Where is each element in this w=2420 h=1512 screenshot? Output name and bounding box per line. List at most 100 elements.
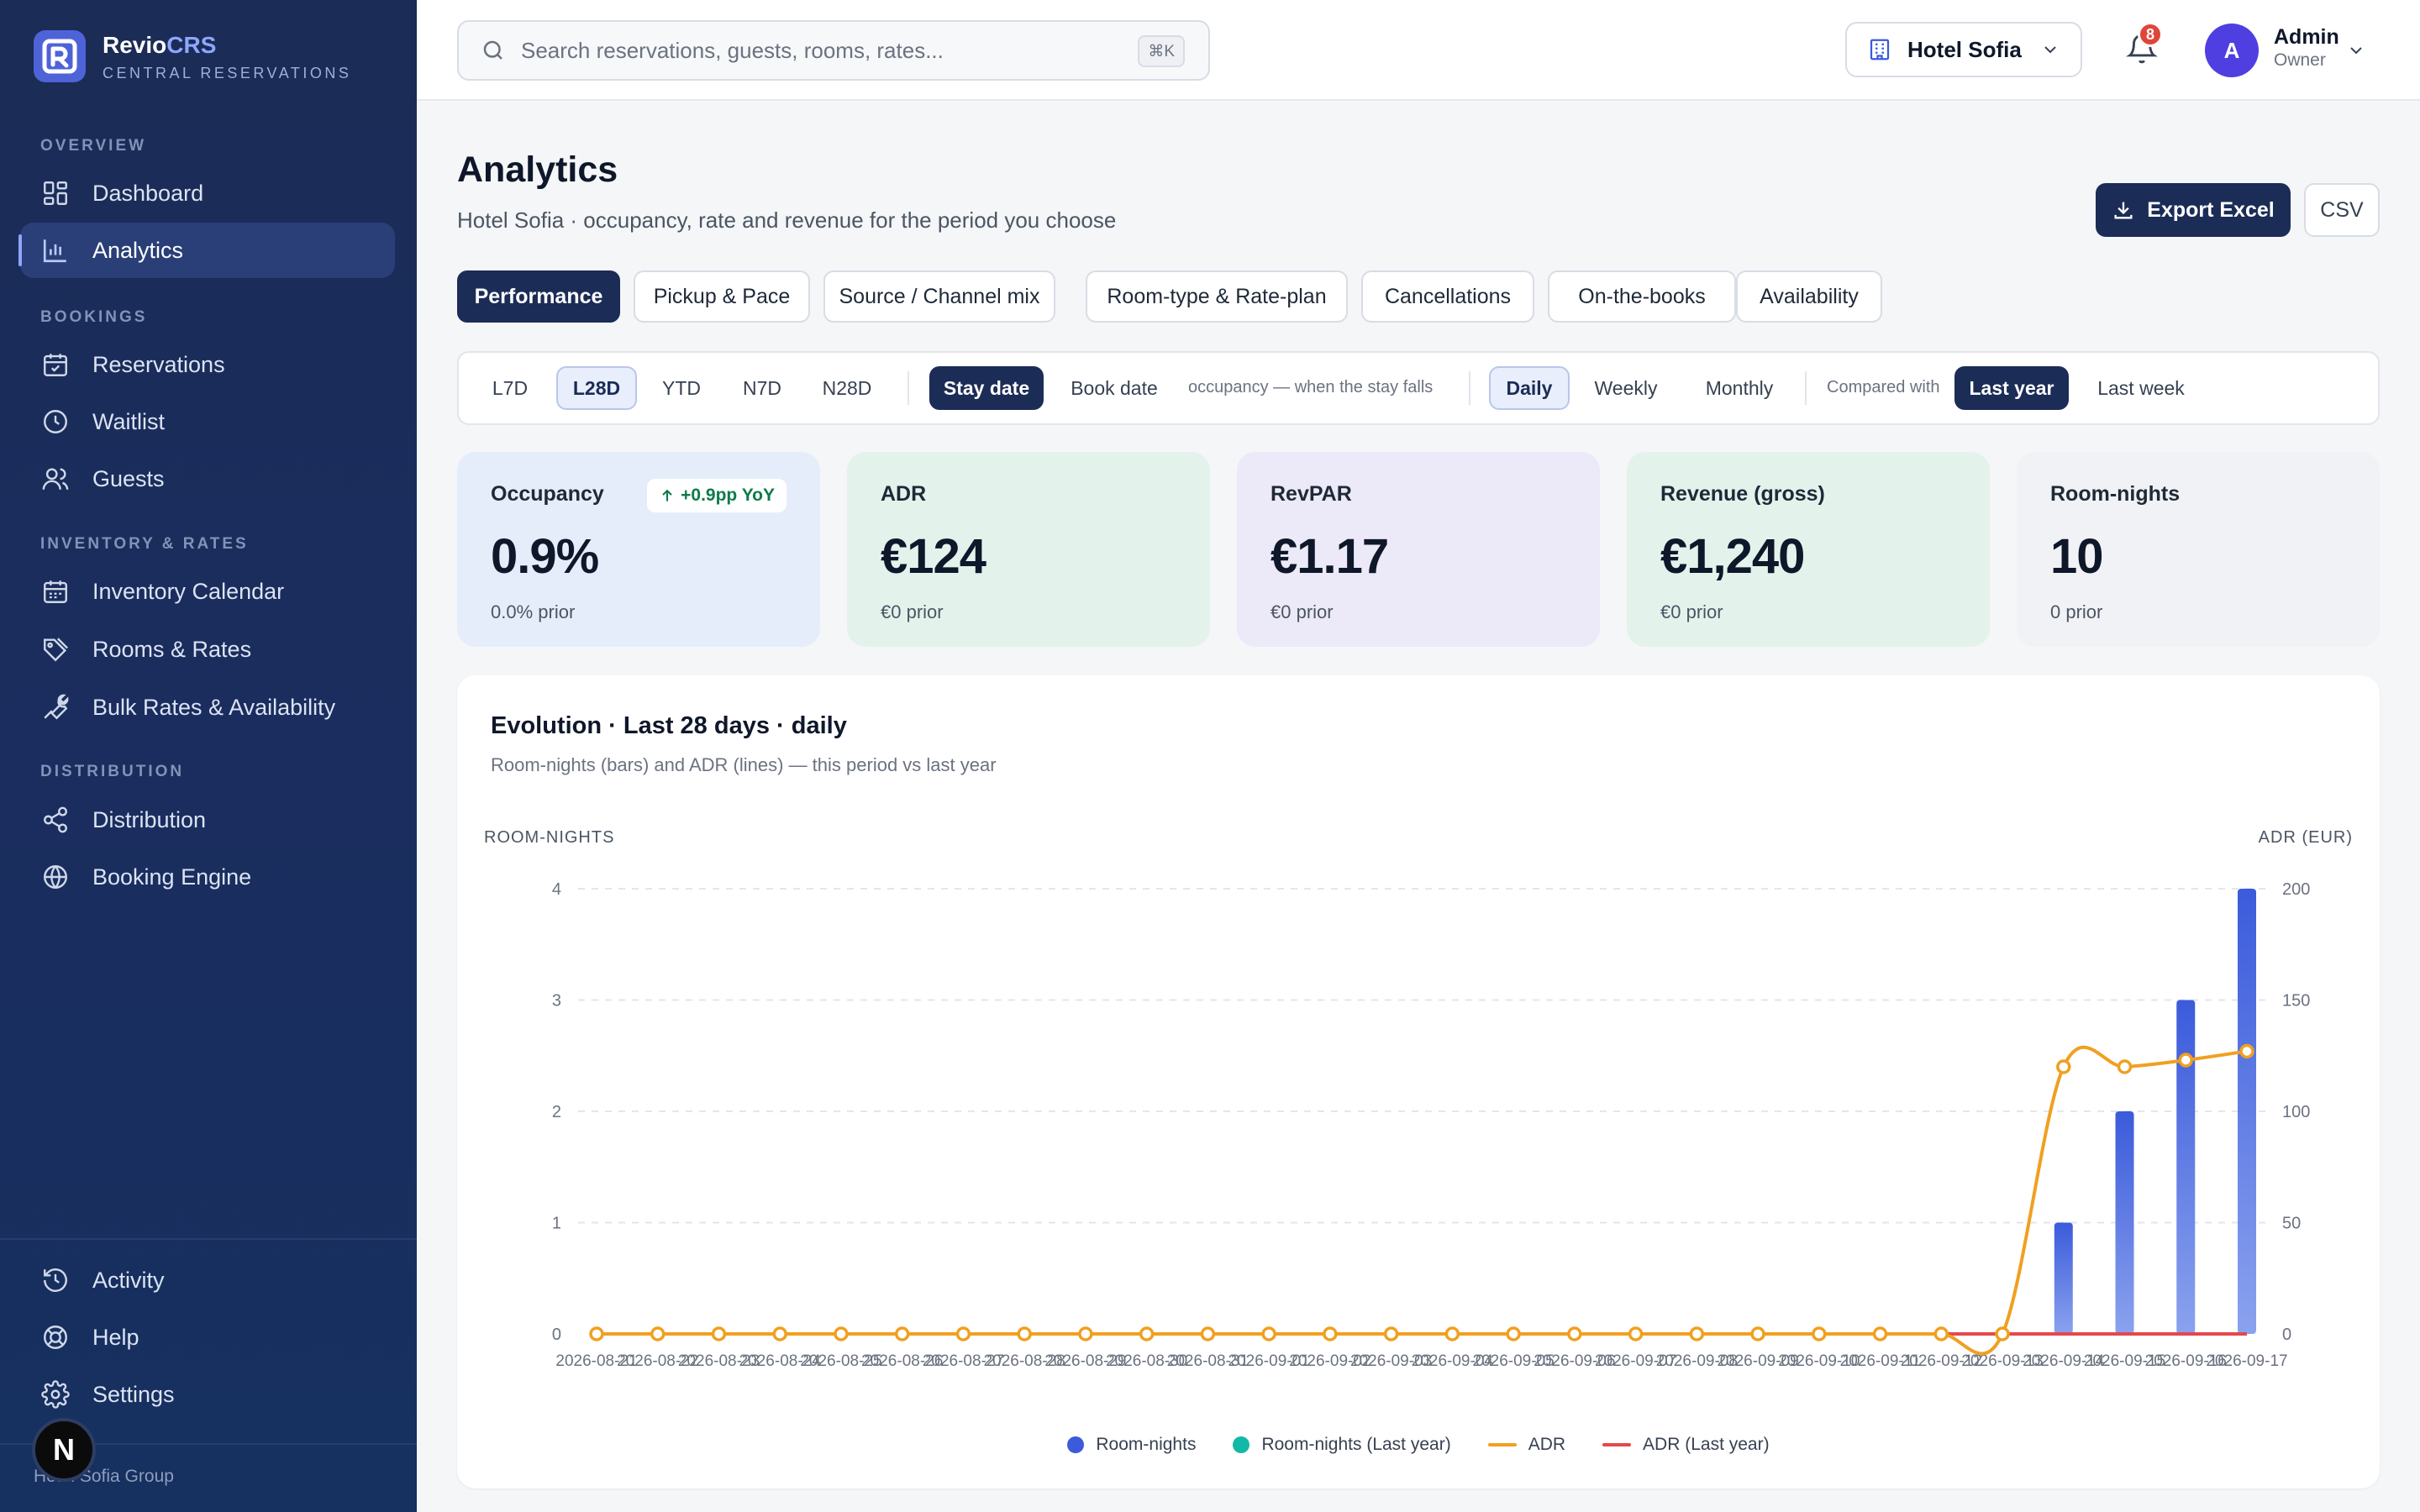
date-mode-stay[interactable]: Stay date bbox=[929, 366, 1044, 410]
point-adr bbox=[1506, 1326, 1521, 1341]
calendar-icon bbox=[40, 576, 71, 606]
kpi-prior: 0 prior bbox=[2050, 601, 2103, 622]
range-n28d[interactable]: N28D bbox=[812, 366, 882, 410]
grain-daily[interactable]: Daily bbox=[1489, 366, 1570, 410]
brand[interactable]: RevioCRS CENTRAL RESERVATIONS bbox=[34, 30, 351, 82]
sidebar-item-activity[interactable]: Activity bbox=[20, 1252, 395, 1308]
legend-item-room-nights-ly[interactable]: Room-nights (Last year) bbox=[1233, 1435, 1451, 1455]
wrench-icon bbox=[40, 692, 71, 722]
sidebar-item-dashboard[interactable]: Dashboard bbox=[20, 165, 395, 221]
sidebar-item-distribution[interactable]: Distribution bbox=[20, 792, 395, 848]
user-name[interactable]: Admin bbox=[2274, 25, 2339, 50]
point-adr bbox=[772, 1326, 787, 1341]
compare-last-week[interactable]: Last week bbox=[2082, 366, 2200, 410]
sidebar-item-label: Inventory Calendar bbox=[92, 578, 285, 604]
sidebar: RevioCRS CENTRAL RESERVATIONS OVERVIEW D… bbox=[0, 0, 417, 1512]
y2-tick-label: 100 bbox=[2282, 1103, 2310, 1121]
kpi-card-occupancy: Occupancy +0.9pp YoY 0.9% 0.0% prior bbox=[457, 452, 820, 647]
point-adr bbox=[2178, 1053, 2194, 1068]
avatar[interactable]: A bbox=[2205, 24, 2259, 77]
filter-divider bbox=[1805, 371, 1807, 405]
sidebar-item-label: Guests bbox=[92, 465, 165, 491]
tab-on-the-books[interactable]: On-the-books bbox=[1548, 270, 1736, 323]
kpi-card-revenue: Revenue (gross) €1,240 €0 prior bbox=[1627, 452, 1990, 647]
point-adr bbox=[1933, 1326, 1949, 1341]
sidebar-item-label: Analytics bbox=[92, 237, 184, 263]
grain-monthly[interactable]: Monthly bbox=[1687, 366, 1791, 410]
sidebar-item-settings[interactable]: Settings bbox=[20, 1367, 395, 1422]
search-placeholder: Search reservations, guests, rooms, rate… bbox=[521, 37, 944, 63]
point-adr bbox=[711, 1326, 727, 1341]
user-role: Owner bbox=[2274, 50, 2326, 70]
point-adr bbox=[955, 1326, 971, 1341]
date-mode-book[interactable]: Book date bbox=[1057, 366, 1171, 410]
search-input[interactable]: Search reservations, guests, rooms, rate… bbox=[457, 20, 1210, 81]
y2-tick-label: 150 bbox=[2282, 992, 2310, 1011]
tab-performance[interactable]: Performance bbox=[457, 270, 620, 323]
sidebar-item-rooms-rates[interactable]: Rooms & Rates bbox=[20, 622, 395, 677]
sidebar-item-inventory-calendar[interactable]: Inventory Calendar bbox=[20, 564, 395, 619]
grain-weekly[interactable]: Weekly bbox=[1580, 366, 1672, 410]
point-adr bbox=[2117, 1059, 2133, 1074]
legend-label: ADR bbox=[1528, 1435, 1566, 1454]
kpi-value: 10 bbox=[2050, 529, 2104, 584]
range-l7d[interactable]: L7D bbox=[484, 366, 536, 410]
line-adr bbox=[597, 1045, 2248, 1356]
range-l28d[interactable]: L28D bbox=[556, 366, 637, 410]
kpi-prior: €0 prior bbox=[1660, 601, 1723, 622]
sidebar-item-label: Bulk Rates & Availability bbox=[92, 694, 336, 720]
y-tick-label: 3 bbox=[552, 992, 561, 1011]
kpi-value: €1.17 bbox=[1270, 529, 1389, 584]
tab-pickup-pace[interactable]: Pickup & Pace bbox=[634, 270, 810, 323]
point-adr bbox=[1567, 1326, 1582, 1341]
sidebar-item-booking-engine[interactable]: Booking Engine bbox=[20, 849, 395, 905]
x-tick-label: 2026-09-17 bbox=[2206, 1352, 2287, 1370]
share-icon bbox=[40, 805, 71, 835]
bar-room-nights bbox=[2115, 1111, 2134, 1334]
sidebar-divider bbox=[0, 1238, 417, 1240]
legend-item-adr-ly[interactable]: ADR (Last year) bbox=[1602, 1435, 1770, 1455]
sidebar-item-guests[interactable]: Guests bbox=[20, 451, 395, 507]
csv-button[interactable]: CSV bbox=[2304, 183, 2380, 237]
hotel-name: Hotel Sofia bbox=[1907, 36, 2022, 62]
tags-icon bbox=[40, 634, 71, 664]
kpi-label: Room-nights bbox=[2050, 482, 2181, 506]
sidebar-item-analytics[interactable]: Analytics bbox=[18, 223, 395, 278]
y-tick-label: 1 bbox=[552, 1215, 561, 1233]
sidebar-item-bulk-rates[interactable]: Bulk Rates & Availability bbox=[20, 680, 395, 735]
sidebar-item-label: Waitlist bbox=[92, 408, 165, 434]
point-adr bbox=[650, 1326, 666, 1341]
range-ytd[interactable]: YTD bbox=[650, 366, 713, 410]
history-icon bbox=[40, 1265, 71, 1295]
kpi-delta: +0.9pp YoY bbox=[681, 486, 775, 505]
sidebar-item-label: Dashboard bbox=[92, 180, 204, 206]
chevron-down-icon[interactable] bbox=[2346, 40, 2366, 60]
legend-item-room-nights[interactable]: Room-nights bbox=[1067, 1435, 1196, 1455]
hotel-selector[interactable]: Hotel Sofia bbox=[1845, 22, 2082, 77]
tab-source-channel-mix[interactable]: Source / Channel mix bbox=[823, 270, 1055, 323]
point-adr bbox=[1139, 1326, 1155, 1341]
point-adr bbox=[1078, 1326, 1093, 1341]
kpi-prior: 0.0% prior bbox=[491, 601, 576, 622]
tab-room-type-rate-plan[interactable]: Room-type & Rate-plan bbox=[1086, 270, 1348, 323]
point-adr bbox=[1689, 1326, 1705, 1341]
legend-item-adr[interactable]: ADR bbox=[1487, 1435, 1566, 1455]
kpi-prior: €0 prior bbox=[881, 601, 944, 622]
legend-label: Room-nights bbox=[1096, 1435, 1197, 1454]
sidebar-item-reservations[interactable]: Reservations bbox=[20, 337, 395, 392]
legend-swatch bbox=[1487, 1443, 1517, 1446]
evolution-chart-card: Evolution · Last 28 days · daily Room-ni… bbox=[457, 675, 2380, 1488]
org-switcher-button[interactable]: N bbox=[32, 1418, 96, 1482]
compare-last-year[interactable]: Last year bbox=[1954, 366, 2069, 410]
tab-availability[interactable]: Availability bbox=[1736, 270, 1882, 323]
range-n7d[interactable]: N7D bbox=[733, 366, 792, 410]
globe-icon bbox=[40, 862, 71, 892]
clock-icon bbox=[40, 407, 71, 437]
sidebar-item-waitlist[interactable]: Waitlist bbox=[20, 394, 395, 449]
y-tick-label: 2 bbox=[552, 1103, 561, 1121]
tab-cancellations[interactable]: Cancellations bbox=[1361, 270, 1534, 323]
export-excel-button[interactable]: Export Excel bbox=[2096, 183, 2291, 237]
sidebar-item-help[interactable]: Help bbox=[20, 1310, 395, 1365]
nav-section-overview: OVERVIEW bbox=[40, 137, 147, 155]
point-adr bbox=[1323, 1326, 1338, 1341]
